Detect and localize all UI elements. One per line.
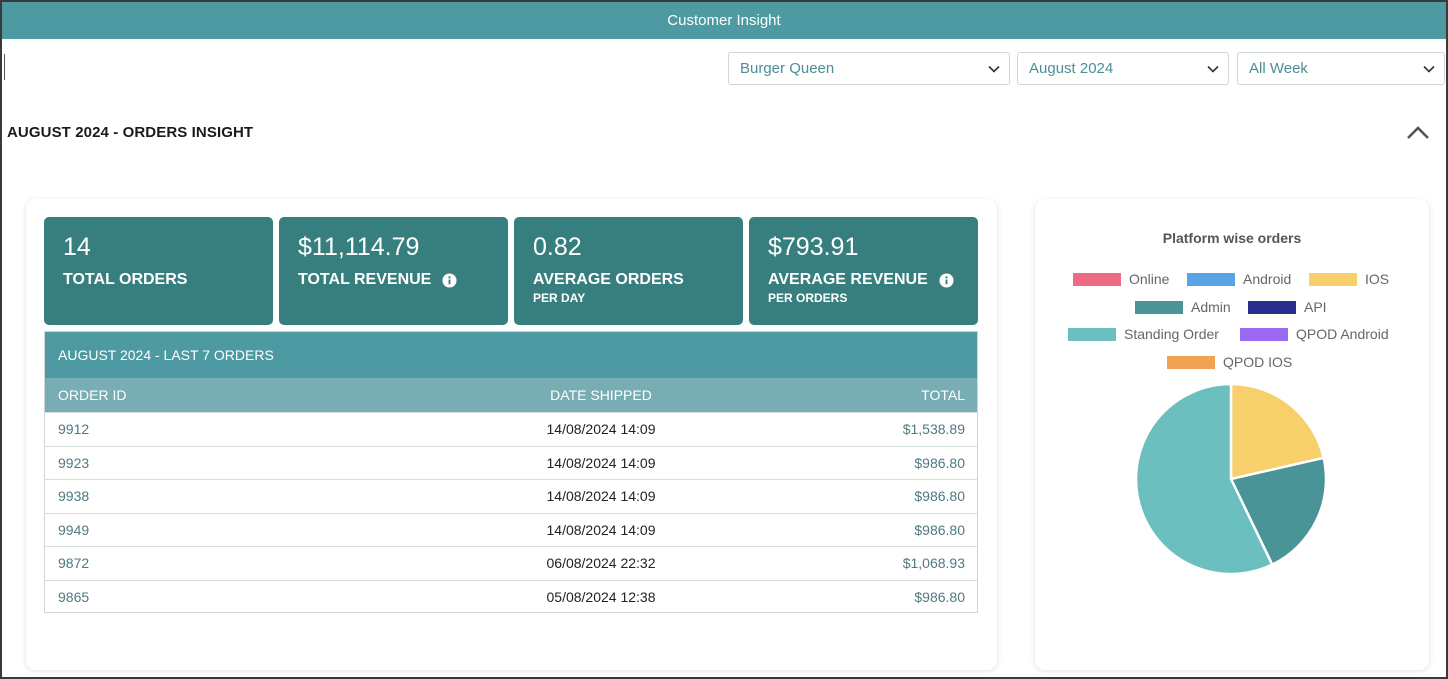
- order-id: 9923: [58, 454, 90, 471]
- legend-label: QPOD Android: [1296, 326, 1389, 342]
- stat-label-text: TOTAL REVENUE: [298, 271, 432, 288]
- legend-item-online[interactable]: Online: [1073, 271, 1169, 287]
- table-row[interactable]: 9938 14/08/2024 14:09 $986.80: [45, 479, 977, 513]
- legend-item-ios[interactable]: IOS: [1309, 271, 1389, 287]
- stat-label: AVERAGE ORDERS: [533, 271, 724, 289]
- store-select[interactable]: Burger Queen: [728, 52, 1010, 85]
- legend-label: Admin: [1191, 299, 1231, 315]
- stat-average-orders: 0.82 AVERAGE ORDERS PER DAY: [514, 217, 743, 325]
- column-header-date-shipped[interactable]: DATE SHIPPED: [550, 387, 652, 403]
- table-row[interactable]: 9949 14/08/2024 14:09 $986.80: [45, 512, 977, 547]
- stat-total-revenue: $11,114.79 TOTAL REVENUE: [279, 217, 508, 325]
- table-row[interactable]: 9865 05/08/2024 12:38 $986.80: [45, 579, 977, 614]
- stat-sublabel: PER DAY: [533, 291, 586, 305]
- table-title: AUGUST 2024 - LAST 7 ORDERS: [45, 332, 977, 378]
- legend-swatch: [1068, 327, 1116, 341]
- stat-value: $11,114.79: [298, 233, 420, 261]
- stat-label: AVERAGE REVENUE: [768, 271, 959, 289]
- section-title: AUGUST 2024 - ORDERS INSIGHT: [7, 124, 254, 141]
- legend-item-qpod-ios[interactable]: QPOD IOS: [1167, 354, 1292, 370]
- order-total: $1,068.93: [902, 555, 965, 572]
- legend-swatch: [1187, 272, 1235, 286]
- stat-total-orders: 14 TOTAL ORDERS: [44, 217, 273, 325]
- stat-value: $793.91: [768, 233, 859, 261]
- orders-table: AUGUST 2024 - LAST 7 ORDERS ORDER ID DAT…: [44, 331, 978, 613]
- table-row[interactable]: 9912 14/08/2024 14:09 $1,538.89: [45, 412, 977, 446]
- order-id: 9865: [58, 588, 90, 605]
- stat-label: TOTAL REVENUE: [298, 271, 489, 289]
- stat-average-revenue: $793.91 AVERAGE REVENUE PER ORDERS: [749, 217, 978, 325]
- date-shipped: 14/08/2024 14:09: [546, 488, 656, 505]
- order-id: 9912: [58, 421, 90, 438]
- legend-label: Standing Order: [1124, 326, 1219, 342]
- chevron-down-icon: [1207, 65, 1219, 73]
- table-row[interactable]: 9923 14/08/2024 14:09 $986.80: [45, 445, 977, 480]
- info-icon[interactable]: [939, 272, 954, 288]
- legend-item-android[interactable]: Android: [1187, 271, 1291, 287]
- divider: [4, 54, 5, 80]
- store-select-value: Burger Queen: [740, 60, 835, 77]
- order-total: $986.80: [914, 454, 965, 471]
- month-select[interactable]: August 2024: [1017, 52, 1229, 85]
- legend-swatch: [1309, 272, 1357, 286]
- table-header: ORDER ID DATE SHIPPED TOTAL: [45, 378, 977, 412]
- legend-item-admin[interactable]: Admin: [1135, 299, 1231, 315]
- chevron-up-icon[interactable]: [1405, 124, 1431, 142]
- stat-sublabel: PER ORDERS: [768, 291, 848, 305]
- week-select-value: All Week: [1249, 60, 1308, 77]
- legend-label: Online: [1129, 271, 1170, 287]
- date-shipped: 14/08/2024 14:09: [546, 454, 656, 471]
- header-bar: Customer Insight: [2, 2, 1446, 39]
- legend-item-standing-order[interactable]: Standing Order: [1068, 326, 1219, 342]
- order-id: 9938: [58, 488, 90, 505]
- stat-label-text: TOTAL ORDERS: [63, 271, 188, 288]
- column-header-total[interactable]: TOTAL: [921, 387, 965, 403]
- stat-label-text: AVERAGE REVENUE: [768, 271, 928, 288]
- order-id: 9949: [58, 521, 90, 538]
- date-shipped: 14/08/2024 14:09: [546, 521, 656, 538]
- stat-label-text: AVERAGE ORDERS: [533, 271, 684, 288]
- page-title: Customer Insight: [667, 12, 781, 29]
- order-total: $986.80: [914, 521, 965, 538]
- date-shipped: 14/08/2024 14:09: [546, 421, 656, 438]
- legend-swatch: [1167, 355, 1215, 369]
- date-shipped: 06/08/2024 22:32: [546, 555, 656, 572]
- info-icon[interactable]: [442, 272, 457, 288]
- order-total: $986.80: [914, 488, 965, 505]
- table-row[interactable]: 9872 06/08/2024 22:32 $1,068.93: [45, 546, 977, 580]
- legend-item-qpod-android[interactable]: QPOD Android: [1240, 326, 1389, 342]
- platform-pie-chart: [1134, 382, 1328, 576]
- order-total: $1,538.89: [902, 421, 965, 438]
- stat-value: 14: [63, 233, 91, 261]
- order-id: 9872: [58, 555, 90, 572]
- legend-item-api[interactable]: API: [1248, 299, 1327, 315]
- week-select[interactable]: All Week: [1237, 52, 1445, 85]
- order-total: $986.80: [914, 588, 965, 605]
- legend-label: IOS: [1365, 271, 1390, 287]
- legend-swatch: [1073, 272, 1121, 286]
- legend-swatch: [1248, 300, 1296, 314]
- date-shipped: 05/08/2024 12:38: [546, 588, 656, 605]
- legend-label: API: [1304, 299, 1327, 315]
- month-select-value: August 2024: [1029, 60, 1114, 77]
- stat-value: 0.82: [533, 233, 582, 261]
- column-header-order-id[interactable]: ORDER ID: [58, 387, 126, 403]
- legend-label: QPOD IOS: [1223, 354, 1293, 370]
- legend-swatch: [1240, 327, 1288, 341]
- legend-label: Android: [1243, 271, 1292, 287]
- stat-label: TOTAL ORDERS: [63, 271, 254, 289]
- chevron-down-icon: [988, 65, 1000, 73]
- chart-title: Platform wise orders: [1162, 230, 1302, 246]
- legend-swatch: [1135, 300, 1183, 314]
- chevron-down-icon: [1423, 65, 1435, 73]
